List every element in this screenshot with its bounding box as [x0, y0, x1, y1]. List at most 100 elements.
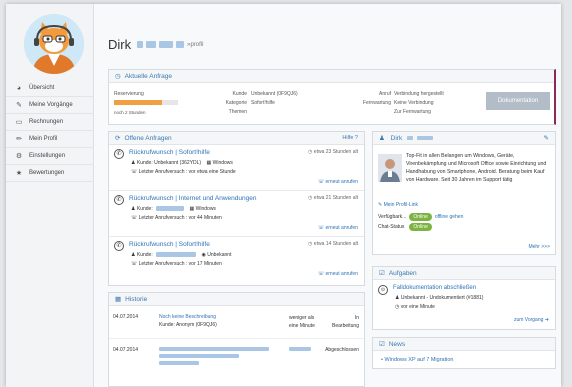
- profile-header: ♟ Dirk ✎: [373, 132, 555, 145]
- history-customer: Kunde: Anonym (0F9QJ6): [159, 322, 217, 328]
- customer-label: Kunde: [232, 91, 247, 97]
- redacted-text: [159, 41, 174, 48]
- invoice-icon: ▭: [15, 119, 23, 126]
- call-label: Anruf: [379, 91, 391, 97]
- panel-title: Dirk: [390, 135, 403, 142]
- redacted-text: [416, 136, 433, 141]
- panel-title: Historie: [125, 295, 148, 303]
- phone-icon: ✆: [114, 149, 124, 159]
- sidebar-item-label: Meine Vorgänge: [29, 102, 73, 108]
- reservation-note: noch 2 Stunden: [114, 110, 146, 115]
- phone-icon: ✆: [114, 195, 124, 205]
- dashboard-icon: ◕: [16, 84, 22, 92]
- history-date: 04.07.2014: [113, 347, 139, 353]
- sidebar-item-vorgaenge[interactable]: ✎ Meine Vorgänge: [6, 97, 94, 114]
- sidebar-item-rechnungen[interactable]: ▭ Rechnungen: [6, 114, 94, 131]
- chat-status-row: Chat-Status Online: [378, 223, 432, 231]
- reservation-progress: [114, 100, 178, 105]
- request-item[interactable]: ✆ Rückrufwunsch | Internet und Anwendung…: [109, 191, 364, 237]
- news-panel: ☑ News • Windows XP auf 7 Migration: [372, 337, 556, 369]
- history-status: In Bearbeitung: [332, 315, 359, 329]
- panel-title: Aufgaben: [388, 269, 417, 277]
- sidebar: ◕ Übersicht ✎ Meine Vorgänge ▭ Rechnunge…: [6, 4, 94, 387]
- redacted-text: [156, 206, 185, 212]
- sidebar-item-label: Mein Profil: [29, 136, 58, 142]
- call-value: Verbindung hergestellt: [394, 91, 444, 97]
- request-item[interactable]: ✆ Rückrufwunsch | Sofort!hilfe ◷ etwa 14…: [109, 237, 364, 283]
- current-request-panel: ◷ Aktuelle Anfrage Reservierung noch 2 S…: [108, 69, 556, 125]
- sidebar-item-uebersicht[interactable]: ◕ Übersicht: [6, 80, 94, 97]
- history-row[interactable]: 04.07.2014 Abgeschlossen: [109, 339, 364, 372]
- news-item[interactable]: • Windows XP auf 7 Migration: [381, 357, 453, 363]
- sidebar-item-label: Übersicht: [29, 85, 55, 91]
- call-again-link[interactable]: ☏ erneut anrufen: [318, 271, 358, 277]
- avatar: [24, 14, 84, 74]
- request-last-attempt: ☏ Letzter Anrufversuch : vor 17 Minuten: [131, 261, 222, 267]
- sidebar-item-label: Rechnungen: [29, 119, 64, 125]
- open-requests-header: ⟳ Offene Anfragen Hilfe ?: [109, 132, 364, 145]
- history-date: 04.07.2014: [113, 314, 139, 320]
- redacted-text: [159, 361, 199, 365]
- request-title[interactable]: Rückrufwunsch | Sofort!hilfe: [129, 149, 210, 156]
- category-label: Kategorie: [225, 100, 247, 106]
- gear-icon: ⚙: [15, 153, 23, 160]
- tasks-header: ☑ Aufgaben: [373, 267, 555, 280]
- edit-icon[interactable]: ✎: [544, 134, 549, 142]
- history-row[interactable]: 04.07.2014 Noch keine Beschreibung Kunde…: [109, 306, 364, 339]
- availability-row: Verfügbark... Online offline gehen: [378, 213, 463, 221]
- profile-panel: ♟ Dirk ✎ Top-Fit in allen Belangen um Wi…: [372, 131, 556, 255]
- redacted-text: [159, 347, 269, 351]
- profile-photo: [378, 154, 402, 182]
- request-last-attempt: ☏ Letzter Anrufversuch : vor 44 Minuten: [131, 215, 222, 221]
- request-item[interactable]: ✆ Rückrufwunsch | Sofort!hilfe ◷ etwa 23…: [109, 145, 364, 191]
- open-requests-panel: ⟳ Offene Anfragen Hilfe ? ✆ Rückrufwunsch…: [108, 131, 365, 286]
- request-customer: ♟ Kunde: Unbekannt (362YDL) ▦ Windows: [131, 160, 233, 166]
- help-link[interactable]: Hilfe ?: [342, 135, 358, 141]
- more-link[interactable]: Mehr >>>: [528, 244, 550, 250]
- request-title[interactable]: Rückrufwunsch | Sofort!hilfe: [129, 241, 210, 248]
- redacted-text: [407, 136, 414, 141]
- page-title: Dirk: [108, 37, 132, 52]
- task-time: ◷ vor eine Minute: [395, 304, 435, 310]
- request-time: ◷ etwa 21 Stunden alt: [308, 195, 358, 201]
- current-request-header: ◷ Aktuelle Anfrage: [109, 70, 554, 83]
- reservation-progress-fill: [114, 100, 162, 105]
- history-description[interactable]: Noch keine Beschreibung: [159, 314, 216, 320]
- call-again-link[interactable]: ☏ erneut anrufen: [318, 179, 358, 185]
- profile-link[interactable]: ✎ Mein Profil-Link: [378, 202, 418, 208]
- pencil-icon: ✏: [16, 136, 22, 143]
- checkbox-icon: ☑: [379, 341, 385, 348]
- to-process-link[interactable]: zum Vorgang ➜: [514, 317, 549, 323]
- call-again-link[interactable]: ☏ erneut anrufen: [318, 225, 358, 231]
- main-area: Dirk »profil ◷ Aktuelle Anfrage Reservie…: [94, 4, 561, 387]
- task-title[interactable]: Falldokumentation abschließen: [393, 285, 476, 291]
- request-title[interactable]: Rückrufwunsch | Internet und Anwendungen: [129, 195, 256, 202]
- calendar-icon: ▦: [115, 296, 122, 303]
- redacted-text: [137, 41, 144, 48]
- profile-description: Top-Fit in allen Belangen um Windows, Ge…: [406, 153, 547, 183]
- category-value: Sofort!hilfe: [251, 100, 275, 106]
- panel-title: News: [388, 340, 406, 348]
- availability-label: Verfügbark...: [378, 214, 407, 220]
- documentation-button[interactable]: Dokumentation: [486, 92, 550, 110]
- checkbox-icon: ☑: [379, 270, 385, 277]
- remote-value: Keine Verbindung: [394, 100, 434, 106]
- sidebar-item-label: Einstellungen: [29, 153, 66, 159]
- user-icon: ♟: [131, 252, 136, 258]
- panel-title: Aktuelle Anfrage: [124, 72, 173, 80]
- wrench-icon: ✎: [16, 102, 22, 109]
- sidebar-item-bewertungen[interactable]: ★ Bewertungen: [6, 165, 94, 182]
- redacted-text: [146, 41, 157, 48]
- remote-label: Fernwartung: [362, 100, 391, 106]
- customer-value: Unbekannt (0F9QJ6): [251, 91, 298, 97]
- sidebar-item-profil[interactable]: ✏ Mein Profil: [6, 131, 94, 148]
- history-duration: weniger als eine Minute: [289, 315, 315, 329]
- remote-link[interactable]: Zur Fernwartung: [394, 109, 431, 115]
- sidebar-item-einstellungen[interactable]: ⚙ Einstellungen: [6, 148, 94, 165]
- user-icon: ♟: [131, 206, 136, 212]
- offline-link[interactable]: offline gehen: [435, 214, 464, 220]
- topics-label: Themen: [228, 109, 247, 115]
- task-customer: ♟ Unbekannt - Undokumentiert (#1881): [395, 295, 484, 301]
- reservation-label: Reservierung: [114, 91, 144, 97]
- phone-icon: ✆: [114, 241, 124, 251]
